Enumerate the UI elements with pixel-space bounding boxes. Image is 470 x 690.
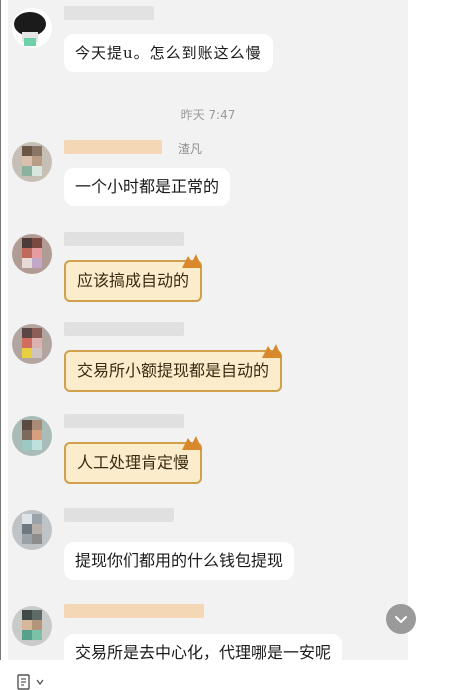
- message-row: 人工处理肯定慢: [8, 414, 408, 489]
- avatar-image: [13, 9, 51, 47]
- message-bubble[interactable]: 提现你们都用的什么钱包提现: [64, 542, 295, 580]
- avatar[interactable]: [12, 416, 52, 456]
- sticker-cat-ears-icon: [182, 436, 203, 450]
- avatar[interactable]: [12, 606, 52, 646]
- avatar[interactable]: [12, 234, 52, 274]
- sender-name-fragment: 渣凡: [178, 142, 203, 156]
- sender-name-blurred: [64, 6, 154, 20]
- message-bubble-sticker[interactable]: 交易所小额提现都是自动的: [64, 344, 283, 392]
- message-text: 一个小时都是正常的: [75, 177, 220, 196]
- message-bubble[interactable]: 今天提u。怎么到账这么慢: [64, 34, 273, 72]
- chat-panel: 今天提u。怎么到账这么慢 昨天 7:47 渣凡 一个小时都是正常的 应该搞成自动…: [8, 0, 408, 660]
- message-bubble-sticker[interactable]: 人工处理肯定慢: [64, 436, 203, 484]
- sender-name-blurred: [64, 508, 174, 522]
- bottom-toolbar: [0, 660, 470, 690]
- message-bubble-sticker[interactable]: 应该搞成自动的: [64, 254, 203, 302]
- message-text: 人工处理肯定慢: [77, 453, 190, 472]
- message-row: 渣凡 一个小时都是正常的: [8, 140, 408, 215]
- sender-name-blurred: [64, 232, 184, 246]
- avatar[interactable]: [12, 8, 52, 48]
- message-text: 交易所小额提现都是自动的: [77, 361, 270, 380]
- message-row: 交易所是去中心化，代理哪是一安呢: [8, 604, 408, 660]
- sender-name-blurred: [64, 322, 184, 336]
- sender-name-blurred: [64, 414, 184, 428]
- message-text: 今天提u。怎么到账这么慢: [75, 44, 262, 62]
- message-text: 交易所是去中心化，代理哪是一安呢: [75, 643, 332, 660]
- message-text: 应该搞成自动的: [77, 271, 190, 290]
- message-row: 应该搞成自动的: [8, 232, 408, 307]
- message-bubble[interactable]: 一个小时都是正常的: [64, 168, 231, 206]
- timestamp: 昨天 7:47: [180, 108, 236, 122]
- avatar[interactable]: [12, 510, 52, 550]
- caret-down-icon: [36, 679, 44, 686]
- toolbar-document-button[interactable]: [16, 674, 44, 690]
- sender-name-blurred: [64, 140, 162, 154]
- message-row: 交易所小额提现都是自动的: [8, 322, 408, 397]
- message-text: 提现你们都用的什么钱包提现: [75, 551, 284, 570]
- scroll-down-button[interactable]: [386, 604, 416, 634]
- message-row: 今天提u。怎么到账这么慢: [8, 6, 408, 81]
- sticker-cat-ears-icon: [262, 344, 283, 358]
- message-row: 提现你们都用的什么钱包提现: [8, 508, 408, 583]
- message-bubble[interactable]: 交易所是去中心化，代理哪是一安呢: [64, 634, 343, 660]
- avatar[interactable]: [12, 324, 52, 364]
- document-tool-icon: [17, 674, 30, 690]
- avatar[interactable]: [12, 142, 52, 182]
- window-left-border: [0, 0, 1, 690]
- chevron-down-icon: [395, 616, 407, 623]
- sender-name-blurred: [64, 604, 204, 618]
- sticker-cat-ears-icon: [182, 254, 203, 268]
